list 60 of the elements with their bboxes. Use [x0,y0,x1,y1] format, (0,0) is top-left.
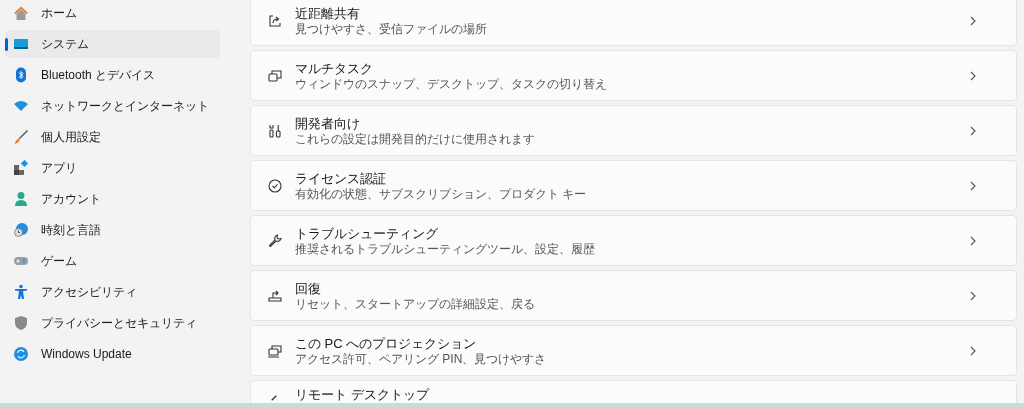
sidebar-item[interactable]: アプリ [5,154,220,182]
settings-card[interactable]: トラブルシューティング 推奨されるトラブルシューティングツール、設定、履歴 [250,215,1017,266]
chevron-right-icon [970,15,976,26]
settings-card[interactable]: リモート デスクトップ [250,380,1017,403]
selection-indicator [5,38,8,51]
shield-icon [13,315,29,331]
setting-title: マルチタスク [295,60,374,77]
setting-description: 見つけやすさ、受信ファイルの場所 [295,21,488,36]
setting-title: 開発者向け [295,115,361,132]
sidebar-item[interactable]: アクセシビリティ [5,278,220,306]
sidebar-item[interactable]: Bluetooth とデバイス [5,61,220,89]
sidebar-item[interactable]: 時刻と言語 [5,216,220,244]
chevron-right-icon [970,180,976,191]
setting-title: ライセンス認証 [295,170,387,187]
setting-description: リセット、スタートアップの詳細設定、戻る [295,296,536,311]
setting-title: トラブルシューティング [295,225,439,242]
sidebar-item[interactable]: ネットワークとインターネット [5,92,220,120]
setting-description: これらの設定は開発目的だけに使用されます [295,131,536,146]
chevron-right-icon [970,345,976,356]
accessibility-icon [13,284,29,300]
bluetooth-icon [13,67,29,83]
setting-title: この PC へのプロジェクション [295,335,478,352]
setting-title: 近距離共有 [295,5,361,22]
settings-card[interactable]: 近距離共有 見つけやすさ、受信ファイルの場所 [250,0,1017,46]
house-icon [13,5,29,21]
sync-icon [13,346,29,362]
sidebar-item[interactable]: アカウント [5,185,220,213]
sidebar-item[interactable]: ホーム [5,0,220,27]
sidebar-item[interactable]: システム [5,30,220,58]
monitor-icon [13,36,29,52]
sidebar-item[interactable]: 個人用設定 [5,123,220,151]
person-icon [13,191,29,207]
check-circle-icon [267,177,283,194]
chevron-right-icon [970,290,976,301]
setting-title: リモート デスクトップ [295,387,431,403]
wrench-icon [267,232,283,249]
tools-icon [267,122,283,139]
windows-stack-icon [267,67,283,84]
paintbrush-icon [13,129,29,145]
settings-card[interactable]: この PC へのプロジェクション アクセス許可、ペアリング PIN、見つけやすさ [250,325,1017,376]
sidebar-item[interactable]: ゲーム [5,247,220,275]
share-icon [267,12,283,29]
chevron-right-icon [970,125,976,136]
settings-card[interactable]: 回復 リセット、スタートアップの詳細設定、戻る [250,270,1017,321]
chevron-right-icon [970,70,976,81]
setting-description: ウィンドウのスナップ、デスクトップ、タスクの切り替え [295,76,608,91]
settings-card[interactable]: ライセンス認証 有効化の状態、サブスクリプション、プロダクト キー [250,160,1017,211]
settings-card[interactable]: 開発者向け これらの設定は開発目的だけに使用されます [250,105,1017,156]
wifi-icon [13,98,29,114]
chevron-right-icon [970,235,976,246]
setting-description: 推奨されるトラブルシューティングツール、設定、履歴 [295,241,596,256]
sidebar-item[interactable]: プライバシーとセキュリティ [5,309,220,337]
setting-description: アクセス許可、ペアリング PIN、見つけやすさ [295,351,548,366]
apps-icon [13,160,29,176]
settings-card[interactable]: マルチタスク ウィンドウのスナップ、デスクトップ、タスクの切り替え [250,50,1017,101]
globe-clock-icon [13,222,29,238]
projection-icon [267,342,283,359]
setting-title: 回復 [295,280,322,297]
setting-description: 有効化の状態、サブスクリプション、プロダクト キー [295,186,588,201]
sidebar-item[interactable]: Windows Update [5,340,220,368]
